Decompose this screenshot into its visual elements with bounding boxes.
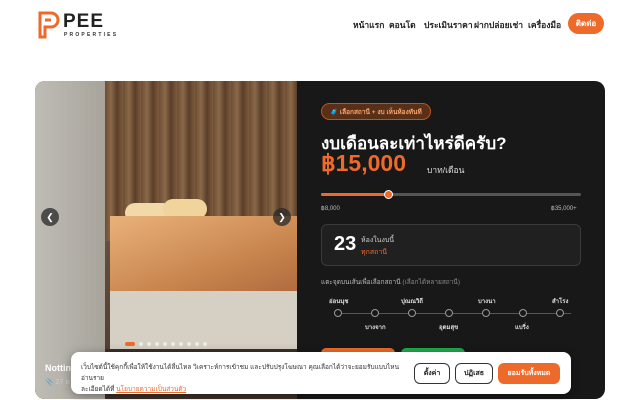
carousel-dot[interactable] bbox=[171, 342, 175, 346]
listing-meta: 📎 27 ต bbox=[45, 377, 70, 388]
nav-item-condo[interactable]: คอนโด bbox=[389, 18, 416, 32]
brand-sub: PROPERTIES bbox=[64, 32, 119, 38]
carousel-dot[interactable] bbox=[147, 342, 151, 346]
cookie-reject-button[interactable]: ปฏิเสธ bbox=[455, 363, 493, 384]
station-dot[interactable] bbox=[556, 309, 564, 317]
nav-item-tools[interactable]: เครื่องมือ bbox=[528, 18, 561, 32]
area-icon: 📎 bbox=[45, 379, 54, 386]
carousel-dot[interactable] bbox=[155, 342, 159, 346]
brand-logo[interactable]: PEE PROPERTIES bbox=[38, 11, 138, 41]
carousel-dot[interactable] bbox=[163, 342, 167, 346]
station-label[interactable]: อุดมสุข bbox=[439, 322, 458, 332]
station-dot[interactable] bbox=[408, 309, 416, 317]
station-hint-sub: (เลือกได้หลายสถานี) bbox=[402, 279, 460, 286]
result-count-sub: ทุกสถานี bbox=[361, 249, 388, 256]
station-label[interactable]: ปุณณวิถี bbox=[401, 296, 423, 306]
station-dot[interactable] bbox=[482, 309, 490, 317]
listing-name[interactable]: Nottin bbox=[45, 363, 71, 373]
top-navbar: PEE PROPERTIES หน้าแรก คอนโด ประเมินราคา… bbox=[0, 0, 640, 50]
logo-mark-icon bbox=[38, 11, 60, 39]
station-label[interactable]: บางจาก bbox=[365, 322, 386, 332]
station-dot[interactable] bbox=[445, 309, 453, 317]
station-label[interactable]: สำโรง bbox=[552, 296, 568, 306]
chevron-right-icon: ❯ bbox=[278, 211, 286, 222]
cookie-text: เว็บไซต์นี้ใช้คุกกี้เพื่อให้ใช้งานได้ลื่… bbox=[81, 362, 411, 395]
prev-photo-button[interactable]: ❮ bbox=[41, 208, 59, 226]
carousel-dot[interactable] bbox=[187, 342, 191, 346]
slider-max-label: ฿35,000+ bbox=[551, 206, 577, 212]
nav-item-list-rent[interactable]: ฝากปล่อยเช่า bbox=[474, 18, 523, 32]
result-count-box: 23 ห้องในงบนี้ ทุกสถานี bbox=[321, 224, 581, 266]
slider-thumb[interactable] bbox=[384, 190, 394, 199]
carousel-dot[interactable] bbox=[195, 342, 199, 346]
next-photo-button[interactable]: ❯ bbox=[273, 208, 291, 226]
contact-button[interactable]: ติดต่อ bbox=[568, 13, 604, 34]
cookie-accept-button[interactable]: ยอมรับทั้งหมด bbox=[498, 363, 560, 384]
station-label[interactable]: แบริ่ง bbox=[515, 322, 529, 332]
budget-price: ฿15,000 bbox=[321, 150, 406, 176]
result-count: 23 bbox=[334, 233, 357, 255]
nav-item-home[interactable]: หน้าแรก bbox=[353, 18, 384, 32]
feature-badge: 🧳 เลือกสถานี + งบ เห็นห้องทันที bbox=[321, 103, 431, 120]
cookie-message-2: ละเอียดได้ที่ bbox=[81, 386, 115, 393]
chevron-left-icon: ❮ bbox=[46, 211, 54, 222]
carousel-dot[interactable] bbox=[139, 342, 143, 346]
budget-slider[interactable] bbox=[321, 190, 581, 199]
slider-fill bbox=[321, 193, 389, 196]
nav-item-appraisal[interactable]: ประเมินราคา bbox=[424, 18, 473, 32]
listing-meta-text: 27 ต bbox=[55, 379, 70, 386]
carousel-dot[interactable] bbox=[203, 342, 207, 346]
station-dot[interactable] bbox=[371, 309, 379, 317]
station-hint-text: แตะจุดบนเส้นเพื่อเลือกสถานี bbox=[321, 279, 401, 286]
station-hint: แตะจุดบนเส้นเพื่อเลือกสถานี (เลือกได้หลา… bbox=[321, 277, 460, 287]
brand-name: PEE bbox=[63, 11, 105, 32]
slider-min-label: ฿8,000 bbox=[321, 206, 340, 212]
station-dot[interactable] bbox=[519, 309, 527, 317]
carousel-dot[interactable] bbox=[125, 342, 135, 346]
cookie-banner: เว็บไซต์นี้ใช้คุกกี้เพื่อให้ใช้งานได้ลื่… bbox=[71, 352, 571, 394]
carousel-dot[interactable] bbox=[179, 342, 183, 346]
price-unit: บาท/เดือน bbox=[427, 165, 465, 175]
result-count-label: ห้องในงบนี้ bbox=[361, 237, 395, 244]
station-label[interactable]: บางนา bbox=[478, 296, 496, 306]
carousel-dots bbox=[125, 342, 207, 346]
privacy-policy-link[interactable]: นโยบายความเป็นส่วนตัว bbox=[116, 386, 186, 393]
cookie-message: เว็บไซต์นี้ใช้คุกกี้เพื่อให้ใช้งานได้ลื่… bbox=[81, 364, 400, 382]
station-label[interactable]: อ่อนนุช bbox=[329, 296, 348, 306]
cookie-settings-button[interactable]: ตั้งค่า bbox=[414, 363, 450, 384]
station-dot[interactable] bbox=[334, 309, 342, 317]
